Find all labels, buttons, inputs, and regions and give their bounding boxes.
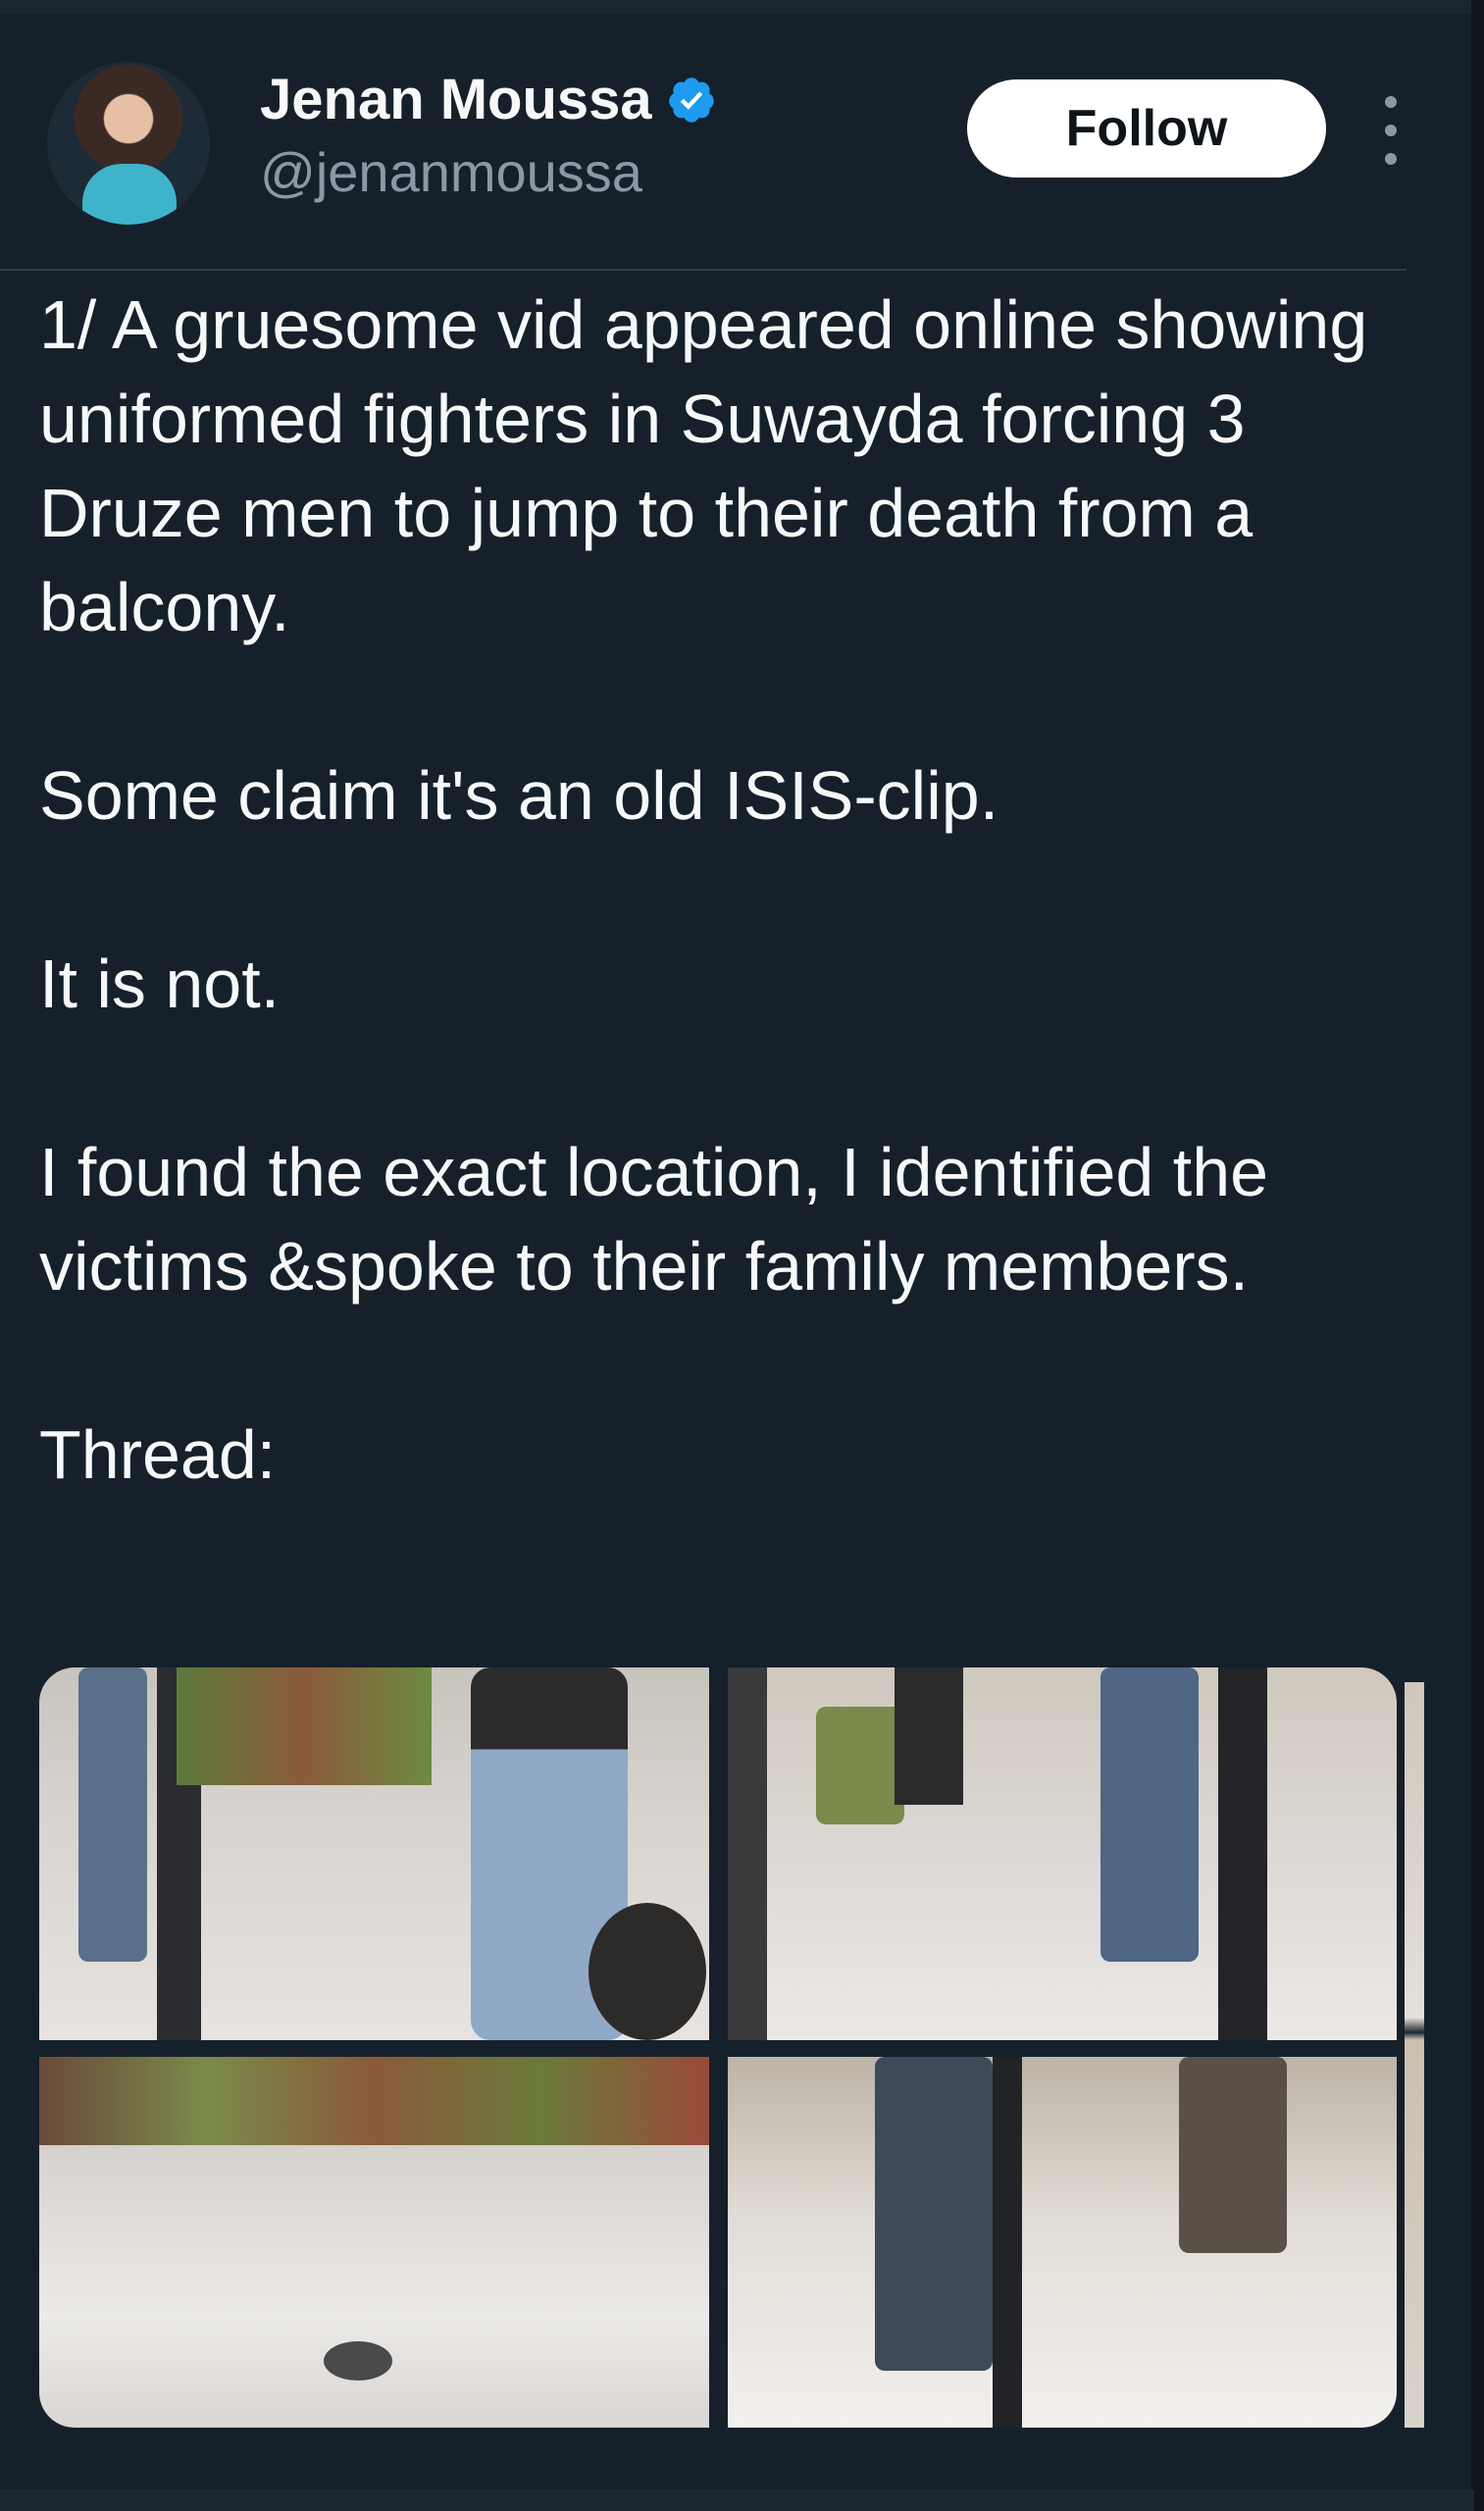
plants-shape bbox=[177, 1667, 432, 1785]
media-thumbnail-4[interactable] bbox=[728, 2057, 1397, 2428]
right-edge bbox=[1471, 0, 1484, 2511]
more-dot bbox=[1385, 96, 1397, 108]
bottom-edge bbox=[0, 2489, 1474, 2511]
top-edge bbox=[0, 0, 1474, 14]
tweet-text: 1/ A gruesome vid appeared online showin… bbox=[39, 278, 1412, 1502]
tweet-paragraph: I found the exact location, I identified… bbox=[39, 1134, 1269, 1305]
media-thumbnail-1[interactable] bbox=[39, 1667, 709, 2040]
header-divider bbox=[0, 269, 1407, 271]
tweet-paragraph: 1/ A gruesome vid appeared online showin… bbox=[39, 286, 1368, 645]
media-thumbnail-3[interactable] bbox=[39, 2057, 709, 2428]
follow-button[interactable]: Follow bbox=[967, 79, 1326, 178]
pillar-shape bbox=[993, 2057, 1022, 2428]
pillar-shape bbox=[1218, 1667, 1267, 2040]
dark-spot-shape bbox=[324, 2341, 392, 2381]
tweet-paragraph: It is not. bbox=[39, 946, 281, 1022]
author-display-name[interactable]: Jenan Moussa bbox=[260, 67, 652, 132]
avatar[interactable] bbox=[47, 62, 210, 225]
author-name-row: Jenan Moussa bbox=[260, 67, 717, 132]
plant-shape bbox=[816, 1707, 904, 1824]
leg-shape bbox=[875, 2057, 993, 2371]
tweet-paragraph: Thread: bbox=[39, 1416, 277, 1493]
jeans-shape bbox=[1100, 1667, 1199, 1962]
leg-shape bbox=[78, 1667, 147, 1962]
verified-badge-icon bbox=[668, 77, 714, 123]
tweet-paragraph: Some claim it's an old ISIS-clip. bbox=[39, 757, 999, 834]
author-handle[interactable]: @jenanmoussa bbox=[260, 140, 642, 204]
plants-row-shape bbox=[39, 2057, 709, 2145]
avatar-shirt bbox=[82, 164, 177, 225]
shorts-shape bbox=[895, 1667, 963, 1805]
dark-object-shape bbox=[588, 1903, 706, 2040]
media-grid bbox=[39, 1667, 1397, 2428]
media-thumbnail-2[interactable] bbox=[728, 1667, 1397, 2040]
next-media-sliver bbox=[1405, 1682, 1424, 2428]
more-dot bbox=[1385, 153, 1397, 165]
frame-shape bbox=[728, 1667, 767, 2040]
more-options-icon[interactable] bbox=[1371, 96, 1410, 165]
more-dot bbox=[1385, 125, 1397, 136]
legs-shape bbox=[1179, 2057, 1287, 2253]
